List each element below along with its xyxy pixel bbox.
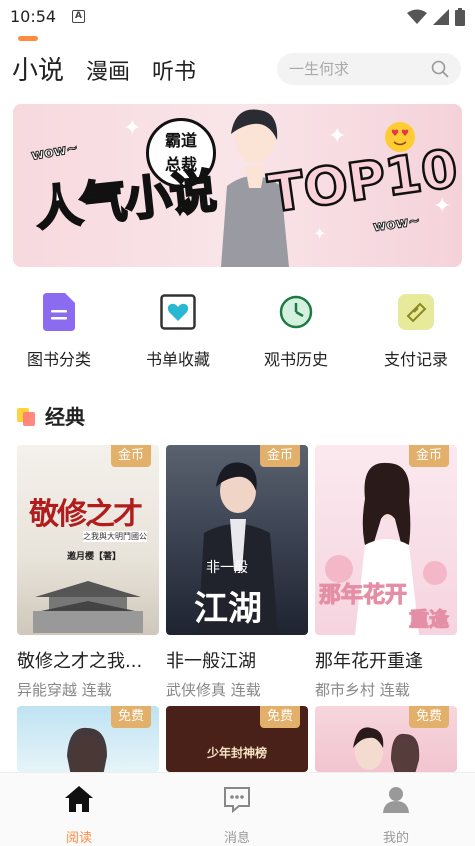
book-cover[interactable]: 免费 — [17, 706, 159, 772]
tab-audiobook[interactable]: 听书 — [152, 54, 196, 86]
free-tag: 免费 — [110, 706, 151, 728]
section-header-classic: 经典 — [17, 401, 85, 430]
book-card[interactable]: 免费 — [315, 706, 457, 772]
sparkle-icon: ✦ — [123, 116, 142, 141]
coin-tag: 金币 — [110, 445, 151, 467]
nav-label: 我的 — [382, 831, 409, 846]
cover-subtitle: 重逢 — [409, 607, 450, 632]
ticket-icon — [396, 292, 436, 332]
book-card[interactable]: 敬修之才 之我與大明鬥國公 邀月樱【著】 金币 敬修之才之我... 异能穿越 连… — [17, 445, 159, 700]
book-title[interactable]: 非一般江湖 — [166, 647, 308, 673]
quick-entries: 图书分类 书单收藏 观书历史 支付记录 — [0, 292, 475, 382]
tab-novel[interactable]: 小说 — [12, 50, 64, 87]
search-icon[interactable] — [431, 60, 449, 78]
sparkle-icon: ✦ — [328, 124, 347, 149]
book-meta: 武侠修真 连载 — [166, 681, 261, 699]
entry-favorites[interactable]: 书单收藏 — [128, 292, 228, 370]
book-card[interactable]: 那年花开 重逢 金币 那年花开重逢 都市乡村 连载 — [315, 445, 457, 700]
book-cover[interactable]: 敬修之才 之我與大明鬥國公 邀月樱【著】 金币 — [17, 445, 159, 635]
entry-label: 书单收藏 — [145, 350, 210, 369]
book-cover[interactable]: 免费 — [315, 706, 457, 772]
top-tabs: 小说 漫画 听书 — [12, 50, 218, 87]
sparkle-icon: ✦ — [313, 224, 327, 243]
book-cover[interactable]: 那年花开 重逢 金币 — [315, 445, 457, 635]
free-tag: 免费 — [408, 706, 449, 728]
clock-history-icon — [276, 292, 316, 332]
status-icons — [407, 8, 465, 26]
coin-tag: 金币 — [408, 445, 449, 467]
section-mark-icon — [17, 405, 39, 427]
cover-title: 江湖 — [194, 589, 262, 629]
book-meta: 都市乡村 连载 — [315, 681, 410, 699]
book-category-icon — [39, 292, 79, 332]
message-icon — [224, 787, 250, 814]
banner-top10: TOP10 — [264, 138, 462, 226]
banner-wow-left: wow~ — [29, 140, 80, 165]
cover-palace-illustration — [33, 581, 143, 633]
cover-subtitle: 非一般 — [206, 560, 248, 576]
book-card[interactable]: 非一般 江湖 金币 非一般江湖 武侠修真 连载 — [166, 445, 308, 700]
book-cover[interactable]: 非一般 江湖 金币 — [166, 445, 308, 635]
favorite-heart-icon — [158, 292, 198, 332]
tab-indicator — [18, 36, 38, 41]
entry-book-category[interactable]: 图书分类 — [9, 292, 109, 370]
section-title: 经典 — [45, 405, 85, 429]
coin-tag: 金币 — [259, 445, 300, 467]
entry-label: 图书分类 — [26, 350, 91, 369]
cover-title: 敬修之才 — [29, 497, 143, 532]
signal-icon — [433, 9, 449, 25]
cover-title: 那年花开 — [318, 583, 408, 609]
cover-subtitle: 之我與大明鬥國公 — [83, 531, 147, 542]
book-title[interactable]: 那年花开重逢 — [315, 647, 457, 673]
badge-line-1: 霸道 — [164, 131, 197, 150]
entry-history[interactable]: 观书历史 — [246, 292, 346, 370]
status-time: 10:54 — [10, 7, 57, 26]
nav-label: 阅读 — [65, 831, 92, 846]
wifi-icon — [407, 9, 427, 24]
home-icon — [65, 786, 93, 812]
entry-label: 支付记录 — [383, 350, 448, 369]
book-card[interactable]: 免费 — [17, 706, 159, 772]
nav-profile[interactable]: 我的 — [356, 783, 436, 846]
book-card[interactable]: 少年封神榜 免费 — [166, 706, 308, 772]
nav-label: 消息 — [223, 831, 250, 846]
heart-eyes-emoji-icon: ♥ ♥ — [385, 122, 415, 152]
banner-title: 人气小说 — [32, 162, 219, 237]
battery-icon — [455, 8, 465, 26]
nav-read[interactable]: 阅读 — [39, 783, 119, 846]
cover-author: 邀月樱【著】 — [67, 552, 122, 562]
banner-wow-right: wow~ — [372, 212, 422, 236]
nav-messages[interactable]: 消息 — [197, 783, 277, 846]
cover-title: 少年封神榜 — [206, 746, 267, 760]
search-box[interactable] — [277, 53, 461, 85]
notification-a-icon: A — [72, 10, 85, 23]
search-input[interactable] — [289, 60, 431, 78]
promo-banner[interactable]: ✦ ✦ ✦ ✦ 霸道 总裁 wow~ 人气小说 TOP10 wow~ ♥ ♥ — [13, 104, 462, 267]
book-cover[interactable]: 少年封神榜 免费 — [166, 706, 308, 772]
tab-comic[interactable]: 漫画 — [86, 54, 130, 86]
book-title[interactable]: 敬修之才之我... — [17, 647, 159, 673]
free-tag: 免费 — [259, 706, 300, 728]
svg-text:♥: ♥ — [391, 129, 399, 139]
book-meta: 异能穿越 连载 — [17, 681, 112, 699]
user-icon — [383, 787, 409, 813]
svg-text:♥: ♥ — [401, 129, 409, 139]
status-bar: 10:54 A — [0, 0, 475, 34]
entry-payment-records[interactable]: 支付记录 — [366, 292, 466, 370]
entry-label: 观书历史 — [263, 350, 328, 369]
bottom-navigation: 阅读 消息 我的 — [0, 772, 475, 846]
